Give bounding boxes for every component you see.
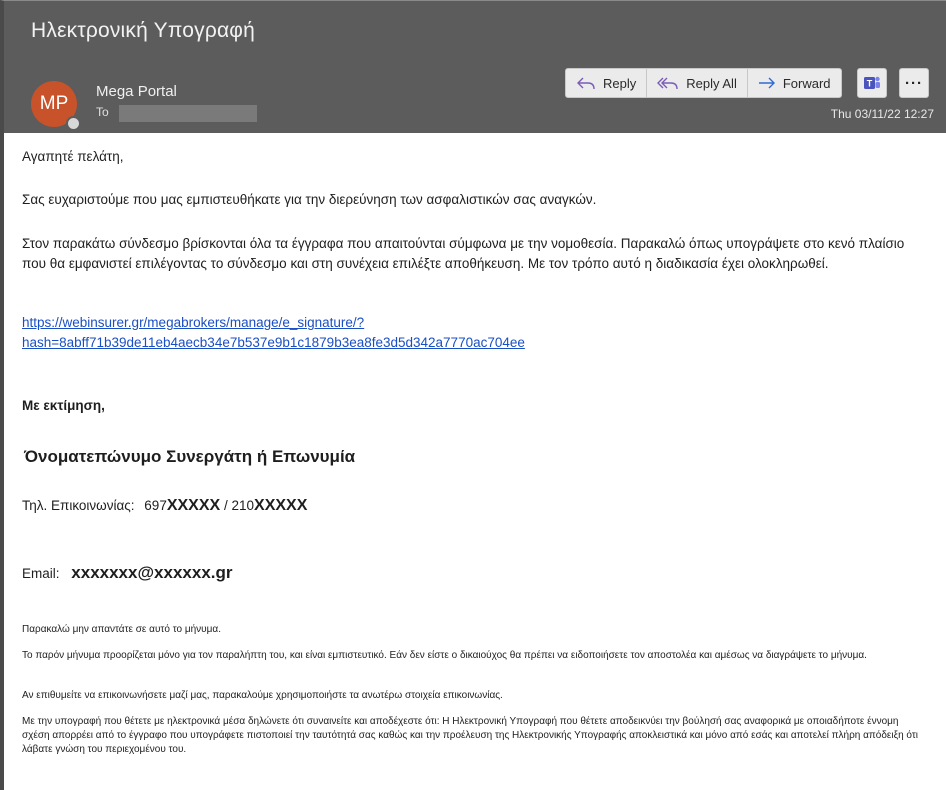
phone-mobile-prefix: 697 (144, 498, 167, 513)
disclaimer-contact: Αν επιθυμείτε να επικοινωνήσετε μαζί μας… (22, 690, 503, 701)
reply-all-label: Reply All (686, 75, 737, 91)
email-line: Email: xxxxxxx@xxxxxx.gr (22, 563, 233, 583)
reply-all-button[interactable]: Reply All (647, 69, 748, 97)
phone-line: Τηλ. Επικοινωνίας: 697XXXXX / 210XXXXX (22, 497, 307, 515)
disclaimer-confidential: Το παρόν μήνυμα προορίζεται μόνο για τον… (22, 650, 867, 661)
message-date: Thu 03/11/22 12:27 (830, 107, 934, 121)
phone-land-mask: XXXXX (254, 497, 308, 514)
message-subject: Ηλεκτρονική Υπογραφή (31, 19, 256, 42)
phone-label: Τηλ. Επικοινωνίας: (22, 498, 135, 513)
email-value: xxxxxxx@xxxxxx.gr (71, 563, 233, 582)
forward-label: Forward (782, 75, 831, 91)
teams-button[interactable]: T (857, 68, 887, 98)
presence-status-icon (66, 116, 81, 131)
reply-button-group: Reply Reply All Forward (565, 68, 842, 98)
email-reading-pane: Ηλεκτρονική Υπογραφή MP Mega Portal To R… (0, 0, 946, 790)
greeting-text: Αγαπητέ πελάτη, (22, 149, 124, 164)
thanks-text: Σας ευχαριστούμε που μας εμπιστευθήκατε … (22, 192, 597, 207)
more-actions-button[interactable]: ··· (899, 68, 929, 98)
forward-arrow-icon (758, 77, 775, 89)
message-header: Ηλεκτρονική Υπογραφή MP Mega Portal To R… (4, 1, 946, 133)
regards-text: Με εκτίμηση, (22, 398, 105, 413)
phone-mobile-mask: XXXXX (166, 497, 221, 514)
teams-icon: T (864, 76, 880, 89)
signature-name: Όνοματεπώνυμο Συνεργάτη ή Επωνυμία (24, 447, 356, 466)
email-label: Email: (22, 566, 60, 581)
disclaimer-no-reply: Παρακαλώ μην απαντάτε σε αυτό το μήνυμα. (22, 624, 221, 635)
reply-button[interactable]: Reply (566, 69, 648, 97)
instructions-text: Στον παρακάτω σύνδεσμο βρίσκονται όλα τα… (22, 236, 905, 271)
signature-link[interactable]: https://webinsurer.gr/megabrokers/manage… (22, 313, 525, 353)
forward-button[interactable]: Forward (748, 69, 841, 97)
signature-link-line-2[interactable]: hash=8abff71b39de11eb4aecb34e7b537e9b1c1… (22, 333, 525, 353)
phone-land-prefix: 210 (231, 498, 255, 513)
disclaimer-esignature: Με την υπογραφή που θέτετε με ηλεκτρονικ… (22, 716, 919, 755)
sender-name[interactable]: Mega Portal (96, 83, 177, 100)
signature-link-line-1[interactable]: https://webinsurer.gr/megabrokers/manage… (22, 313, 525, 333)
recipient-redacted (119, 105, 257, 122)
reply-label: Reply (603, 75, 637, 91)
phone-separator: / (223, 498, 228, 513)
reply-icon (577, 77, 595, 90)
to-label: To (96, 105, 109, 119)
svg-text:T: T (867, 79, 873, 89)
reply-all-icon (657, 77, 678, 90)
